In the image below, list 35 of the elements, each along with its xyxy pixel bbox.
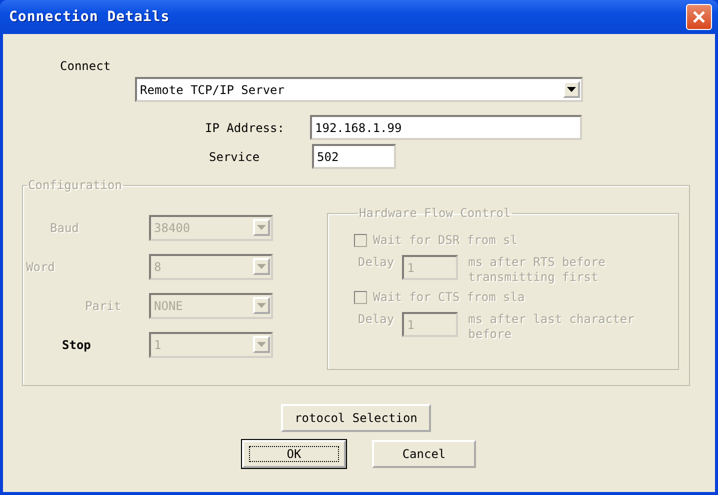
- dropdown-button[interactable]: [563, 81, 580, 98]
- field-label: Connect: [60, 59, 112, 73]
- dropdown-value: 38400: [154, 220, 190, 234]
- caret-icon: [257, 342, 266, 347]
- checkbox-label: Wait for DSR from sl: [373, 233, 518, 247]
- caret-icon: [257, 225, 266, 230]
- field-label: Delay: [358, 255, 394, 269]
- group-title: Hardware Flow Control: [358, 206, 512, 220]
- caret-icon: [257, 303, 266, 308]
- field-label: Stop: [61, 338, 92, 352]
- field-label: Word: [25, 260, 56, 274]
- dropdown-value: Remote TCP/IP Server: [140, 82, 284, 96]
- window-title: Connection Details: [9, 9, 170, 25]
- service-field[interactable]: 502: [312, 144, 396, 169]
- protocol-selection-button[interactable]: rotocol Selection: [281, 404, 431, 432]
- dropdown-value: 8: [154, 260, 162, 274]
- group-title: Configuration: [27, 178, 123, 192]
- close-button[interactable]: [686, 4, 712, 30]
- delay-note: ms after last character before: [468, 312, 636, 342]
- dialog-button[interactable]: OK: [242, 440, 346, 468]
- caret-icon: [257, 264, 266, 269]
- field-label: Parit: [84, 298, 122, 312]
- field-label: Delay: [358, 312, 394, 326]
- caret-icon: [567, 87, 576, 92]
- close-icon: [692, 10, 706, 24]
- dropdown-value: 1: [154, 338, 162, 352]
- field-label: Baud: [49, 220, 80, 234]
- checkbox-label: Wait for CTS from sla: [373, 290, 525, 304]
- connect-dropdown[interactable]: Remote TCP/IP Server: [135, 77, 583, 102]
- dropdown-value: NONE: [154, 298, 183, 312]
- field-label: Service: [209, 150, 261, 164]
- ip-address-field[interactable]: 192.168.1.99: [310, 115, 582, 140]
- field-label: IP Address:: [205, 120, 286, 134]
- delay-note: ms after RTS before transmitting first: [468, 255, 606, 285]
- dialog-button[interactable]: Cancel: [372, 440, 476, 468]
